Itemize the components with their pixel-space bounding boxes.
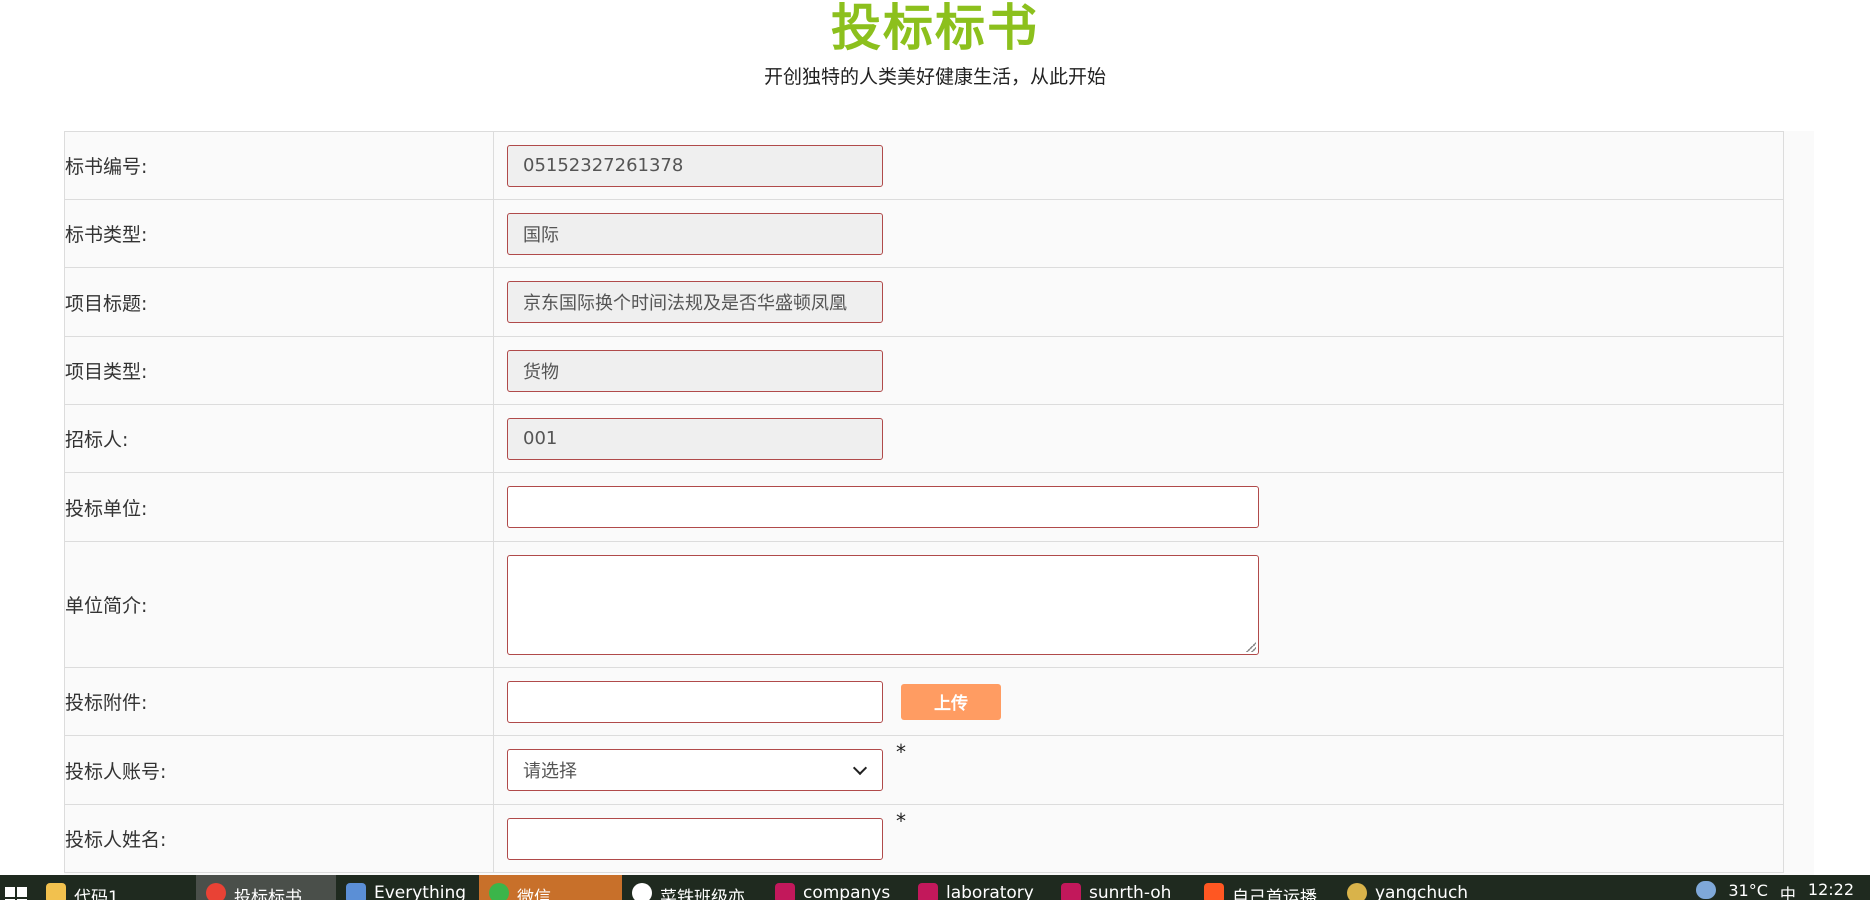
attachment-label: 投标附件: — [64, 668, 494, 735]
form-row-attachment: 投标附件: 上传 — [64, 668, 1784, 736]
wechat-icon — [489, 883, 509, 900]
bidder-unit-input[interactable] — [507, 486, 1259, 528]
taskbar-item-user[interactable]: yangchuch — [1337, 875, 1480, 900]
taskbar-item-label: laboratory — [946, 883, 1034, 900]
form-row-project-title: 项目标题: 京东国际换个时间法规及是否华盛顿凤凰 — [64, 268, 1784, 337]
tenderer-label: 招标人: — [64, 405, 494, 472]
bid-number-label: 标书编号: — [64, 132, 494, 199]
unit-intro-label: 单位简介: — [64, 542, 494, 667]
taskbar-item-laboratory[interactable]: laboratory — [908, 875, 1051, 900]
app-icon — [632, 883, 652, 900]
taskbar-item-label: 微信 — [517, 888, 551, 900]
form-row-project-type: 项目类型: 货物 — [64, 337, 1784, 405]
form-row-bidder-account: 投标人账号: 请选择 * — [64, 736, 1784, 805]
intellij-icon — [1061, 883, 1081, 900]
intellij-icon — [775, 883, 795, 900]
required-mark: * — [896, 809, 906, 833]
clock[interactable]: 12:22 — [1808, 881, 1854, 899]
attachment-cell: 上传 — [494, 668, 1784, 735]
user-icon — [1347, 883, 1367, 900]
bid-number-cell: 05152327261378 — [494, 132, 1784, 199]
attachment-input[interactable] — [507, 680, 883, 723]
form-row-tenderer: 招标人: 001 — [64, 405, 1784, 473]
tenderer-cell: 001 — [494, 405, 1784, 472]
taskbar-item-everything[interactable]: Everything — [336, 875, 479, 900]
page-title: 投标标书 — [831, 0, 1039, 57]
taskbar-item-label: 投标标书 — [234, 888, 302, 900]
taskbar-item-label: 自己首运播 — [1232, 888, 1317, 900]
taskbar-item-wechat[interactable]: 微信 — [479, 875, 622, 900]
taskbar-item-label: 代码1 — [74, 888, 119, 900]
taskbar-item-player[interactable]: 自己首运播 — [1194, 875, 1337, 900]
form-row-unit-intro: 单位简介: — [64, 542, 1784, 668]
player-icon — [1204, 883, 1224, 900]
project-type-cell: 货物 — [494, 337, 1784, 404]
required-mark: * — [896, 740, 906, 764]
project-title-field[interactable]: 京东国际换个时间法规及是否华盛顿凤凰 — [507, 281, 883, 323]
taskbar-item-companys[interactable]: companys — [765, 875, 908, 900]
project-title-cell: 京东国际换个时间法规及是否华盛顿凤凰 — [494, 268, 1784, 336]
taskbar-item-sunrth[interactable]: sunrth-oh — [1051, 875, 1194, 900]
bid-type-cell: 国际 — [494, 200, 1784, 267]
upload-button[interactable]: 上传 — [901, 683, 1001, 720]
bidder-name-input[interactable] — [507, 817, 883, 860]
bidder-name-label: 投标人姓名: — [64, 805, 494, 872]
bidder-account-cell: 请选择 * — [494, 736, 1784, 804]
folder-icon — [46, 883, 66, 900]
taskbar-item-label: 菜铁班级亦 — [660, 888, 745, 900]
weather-temp[interactable]: 31°C — [1728, 881, 1768, 900]
bidder-account-select[interactable]: 请选择 — [507, 749, 883, 791]
windows-logo-icon — [5, 887, 27, 900]
taskbar-item-label: companys — [803, 883, 891, 900]
taskbar-item-app[interactable]: 菜铁班级亦 — [622, 875, 765, 900]
weather-icon[interactable] — [1696, 881, 1717, 899]
project-type-field[interactable]: 货物 — [507, 349, 883, 392]
form-row-bidder-name: 投标人姓名: * — [64, 805, 1784, 873]
bidder-account-label: 投标人账号: — [64, 736, 494, 804]
taskbar: 代码1 投标标书 Everything 微信 菜铁班级亦 companys la… — [0, 875, 1870, 900]
unit-intro-wrapper — [507, 554, 1259, 655]
form-row-bidder-unit: 投标单位: — [64, 473, 1784, 542]
everything-icon — [346, 883, 366, 900]
form-row-bid-number: 标书编号: 05152327261378 — [64, 132, 1784, 200]
form-table: 标书编号: 05152327261378 标书类型: 国际 项目标题: 京东国际… — [64, 131, 1784, 873]
taskbar-item-label: sunrth-oh — [1089, 883, 1172, 900]
bid-type-label: 标书类型: — [64, 200, 494, 267]
unit-intro-textarea[interactable] — [507, 554, 1259, 655]
start-button[interactable] — [0, 875, 36, 900]
taskbar-item-folder[interactable]: 代码1 — [36, 875, 196, 900]
bid-type-field[interactable]: 国际 — [507, 212, 883, 255]
chevron-down-icon — [852, 760, 868, 775]
bid-number-field[interactable]: 05152327261378 — [507, 144, 883, 187]
bidder-account-selected: 请选择 — [523, 761, 577, 782]
ime-indicator[interactable]: 中 — [1780, 881, 1796, 900]
bid-form: 标书编号: 05152327261378 标书类型: 国际 项目标题: 京东国际… — [64, 131, 1814, 876]
chrome-icon — [206, 883, 226, 900]
bidder-unit-label: 投标单位: — [64, 473, 494, 541]
taskbar-item-chrome[interactable]: 投标标书 — [196, 875, 336, 900]
form-row-bid-type: 标书类型: 国际 — [64, 200, 1784, 268]
intellij-icon — [918, 883, 938, 900]
taskbar-item-label: Everything — [374, 883, 467, 900]
unit-intro-cell — [494, 542, 1784, 667]
system-tray: 31°C 中 12:22 — [1696, 875, 1870, 900]
project-title-label: 项目标题: — [64, 268, 494, 336]
page-subtitle: 开创独特的人类美好健康生活，从此开始 — [763, 66, 1106, 88]
resize-grip-icon[interactable] — [1246, 641, 1256, 652]
project-type-label: 项目类型: — [64, 337, 494, 404]
bidder-unit-cell — [494, 473, 1784, 541]
bidder-name-cell: * — [494, 805, 1784, 872]
taskbar-item-label: yangchuch — [1375, 883, 1469, 900]
tenderer-field[interactable]: 001 — [507, 417, 883, 460]
